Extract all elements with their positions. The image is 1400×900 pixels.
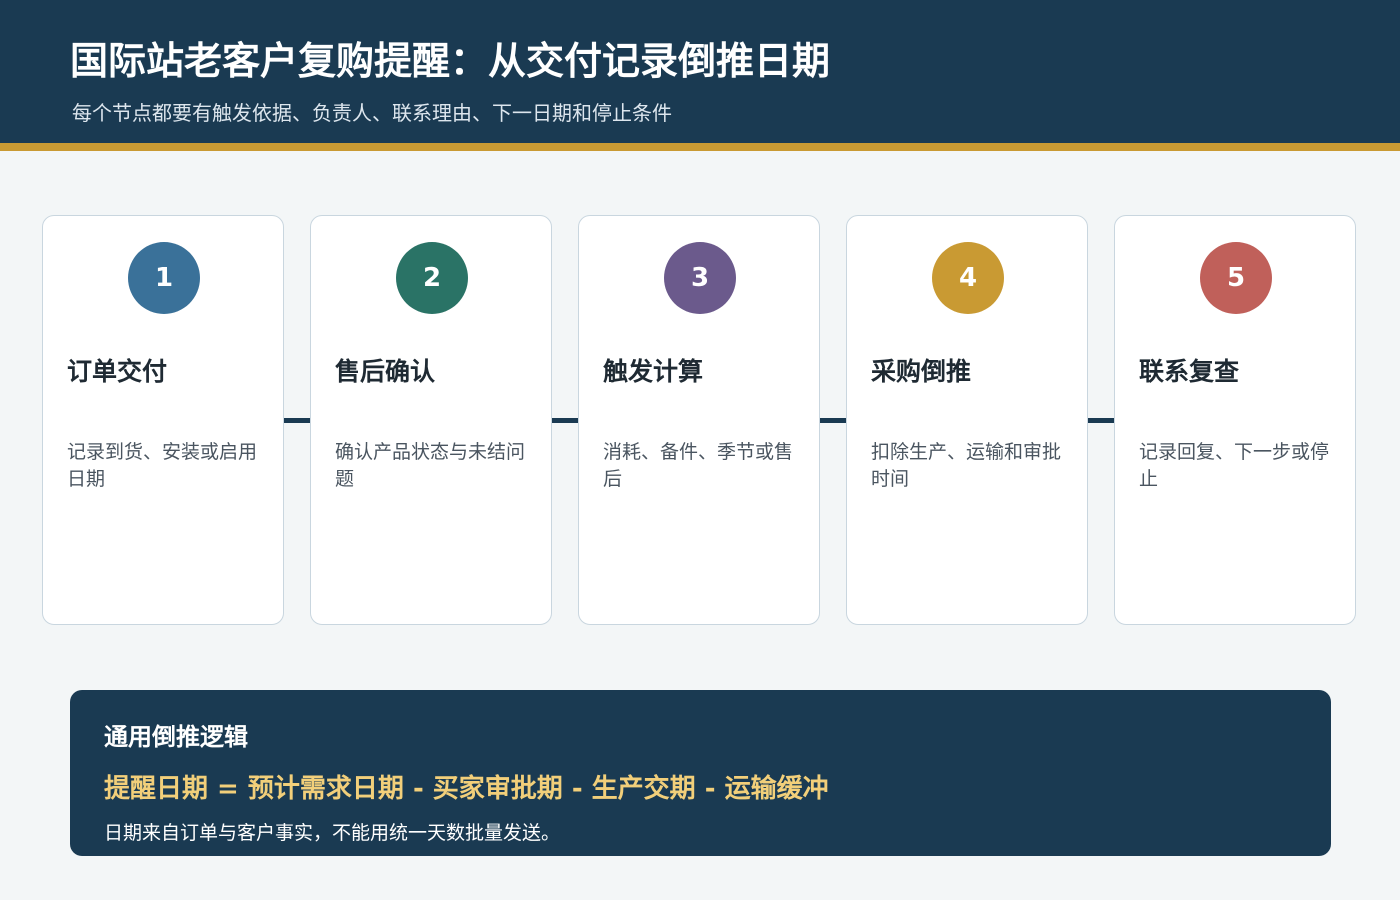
step-connector <box>1088 418 1116 423</box>
step-number-badge: 4 <box>932 242 1004 314</box>
step-connector <box>552 418 580 423</box>
step-number-badge: 2 <box>396 242 468 314</box>
step-card-1: 1 订单交付 记录到货、安装或启用日期 <box>42 215 284 625</box>
accent-divider <box>0 143 1400 151</box>
step-card-3: 3 触发计算 消耗、备件、季节或售后 <box>578 215 820 625</box>
step-title: 采购倒推 <box>871 357 972 386</box>
step-connector <box>820 418 848 423</box>
step-connector <box>284 418 312 423</box>
step-title: 售后确认 <box>335 357 436 386</box>
step-title: 联系复查 <box>1139 357 1240 386</box>
step-number-badge: 1 <box>128 242 200 314</box>
step-description: 记录到货、安装或启用日期 <box>67 441 258 490</box>
step-description: 确认产品状态与未结问题 <box>335 441 526 490</box>
step-title: 触发计算 <box>603 357 704 386</box>
page-subtitle: 每个节点都要有触发依据、负责人、联系理由、下一日期和停止条件 <box>72 101 672 125</box>
step-description: 记录回复、下一步或停止 <box>1139 441 1330 490</box>
step-card-5: 5 联系复查 记录回复、下一步或停止 <box>1114 215 1356 625</box>
formula-panel: 通用倒推逻辑 提醒日期 = 预计需求日期 - 买家审批期 - 生产交期 - 运输… <box>70 690 1331 856</box>
step-card-2: 2 售后确认 确认产品状态与未结问题 <box>310 215 552 625</box>
step-description: 扣除生产、运输和审批时间 <box>871 441 1062 490</box>
step-number-badge: 3 <box>664 242 736 314</box>
formula-heading: 通用倒推逻辑 <box>104 723 248 751</box>
step-number-badge: 5 <box>1200 242 1272 314</box>
formula-expression: 提醒日期 = 预计需求日期 - 买家审批期 - 生产交期 - 运输缓冲 <box>104 774 829 804</box>
page-title: 国际站老客户复购提醒：从交付记录倒推日期 <box>70 39 831 83</box>
step-title: 订单交付 <box>67 357 168 386</box>
step-description: 消耗、备件、季节或售后 <box>603 441 794 490</box>
step-card-4: 4 采购倒推 扣除生产、运输和审批时间 <box>846 215 1088 625</box>
header-banner: 国际站老客户复购提醒：从交付记录倒推日期 每个节点都要有触发依据、负责人、联系理… <box>0 0 1400 143</box>
formula-note: 日期来自订单与客户事实，不能用统一天数批量发送。 <box>104 822 561 844</box>
